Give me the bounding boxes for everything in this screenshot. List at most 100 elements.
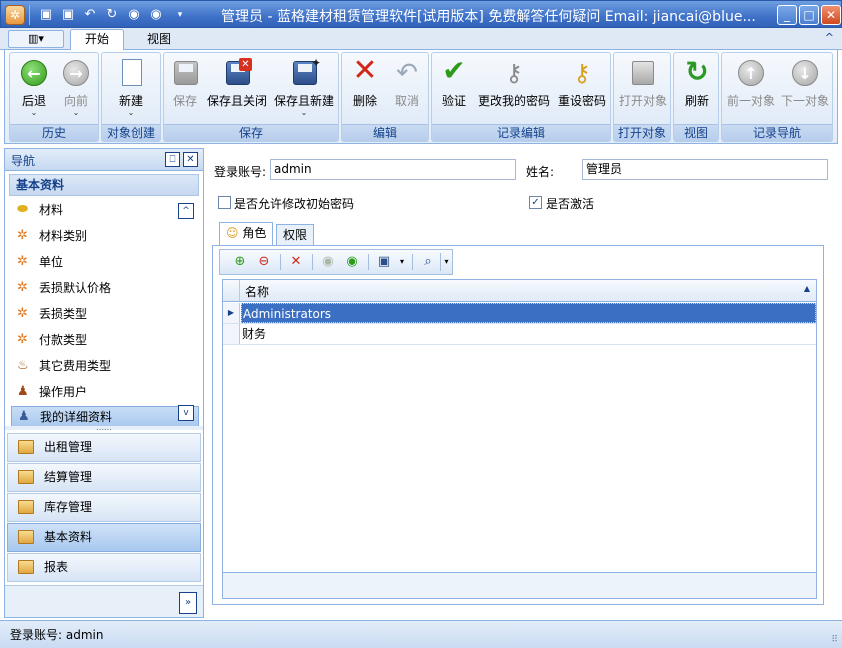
minimize-button[interactable]: _: [777, 5, 797, 25]
back-button[interactable]: ← 后退 ⌄: [14, 55, 54, 123]
roles-tab-panel: ⊕ ⊖ ✕ ◉ ◉ ▣ ▾ ⌕ ▾ 名称 ▲ ▶ Administrators …: [212, 245, 824, 605]
save-icon[interactable]: ▣: [37, 6, 55, 24]
quick-access-separator: [29, 5, 30, 25]
tab-permissions[interactable]: 权限: [276, 224, 315, 245]
gear-icon: ✲: [17, 254, 28, 269]
nav-category-header[interactable]: 基本资料: [9, 174, 199, 196]
nav-scroll-up-icon[interactable]: ^: [178, 203, 194, 219]
toolbar-separator: [412, 254, 413, 270]
nav-close-icon[interactable]: ✕: [183, 152, 198, 167]
group-label: 打开对象: [614, 124, 670, 141]
table-cell[interactable]: Administrators: [241, 303, 816, 323]
forward-button[interactable]: → 向前 ⌄: [56, 55, 96, 123]
move-down-icon[interactable]: ◉: [342, 253, 362, 271]
nav-header: 导航 ⎕ ✕: [5, 149, 203, 171]
grid-header: 名称 ▲: [223, 280, 816, 302]
nav-item-material-category[interactable]: ✲ 材料类别: [11, 224, 199, 248]
nav-pane-reports[interactable]: 报表: [7, 553, 201, 582]
active-checkbox[interactable]: ✓: [529, 196, 542, 209]
allow-change-password-checkbox[interactable]: [218, 196, 231, 209]
nav-scroll-down-icon[interactable]: v: [178, 405, 194, 421]
group-view: ↻ 刷新 视图: [673, 52, 719, 142]
previous-object-button[interactable]: ↑ 前一对象: [724, 55, 778, 123]
group-label: 视图: [674, 124, 718, 141]
delete-button[interactable]: ✕ 删除: [346, 55, 384, 123]
save-icon: [174, 61, 198, 85]
status-text: 登录账号: admin: [10, 628, 104, 642]
up-icon[interactable]: ◉: [125, 6, 143, 24]
pin-icon[interactable]: ⎕: [165, 152, 180, 167]
gear-icon: ✲: [17, 306, 28, 321]
tab-roles[interactable]: ☺ 角色: [219, 222, 274, 245]
nav-splitter[interactable]: ......: [5, 424, 203, 432]
change-my-password-button[interactable]: ⚷ 更改我的密码: [476, 55, 552, 123]
app-icon[interactable]: ✲: [5, 5, 25, 25]
table-cell[interactable]: 财务: [241, 324, 816, 344]
remove-row-icon[interactable]: ⊖: [254, 253, 274, 271]
nav-item-other-fee-type[interactable]: ♨ 其它费用类型: [11, 354, 199, 378]
navigation-pane: 导航 ⎕ ✕ 基本资料 ⬬ 材料 ^ ✲ 材料类别 ✲ 单位 ✲ 丢损默认价格 …: [4, 148, 204, 618]
nav-item-operators[interactable]: ♟ 操作用户: [11, 380, 199, 404]
previous-object-icon: ↑: [738, 60, 764, 86]
new-button[interactable]: 新建 ⌄: [106, 55, 156, 123]
maximize-button[interactable]: □: [799, 5, 819, 25]
verify-button[interactable]: ✔ 验证: [436, 55, 472, 123]
chevron-down-icon[interactable]: ▾: [440, 253, 452, 271]
save-close-icon[interactable]: ▣: [59, 6, 77, 24]
tab-view[interactable]: 视图: [132, 29, 186, 50]
window-title: 管理员 - 蓝格建材租赁管理软件[试用版本] 免费解答任何疑问 Email: j…: [221, 9, 756, 25]
group-record-edit: ✔ 验证 ⚷ 更改我的密码 ⚷ 重设密码 记录编辑: [431, 52, 611, 142]
nav-pane-settlement[interactable]: 结算管理: [7, 463, 201, 492]
login-field[interactable]: admin: [270, 159, 516, 180]
nav-item-material[interactable]: ⬬ 材料: [11, 198, 199, 222]
refresh-icon[interactable]: ↻: [103, 6, 121, 24]
chevron-down-icon[interactable]: ▾: [392, 253, 412, 271]
reset-key-icon: ⚷: [573, 59, 591, 87]
nav-item-payment-type[interactable]: ✲ 付款类型: [11, 328, 199, 352]
customize-icon[interactable]: ▾: [171, 6, 189, 24]
folder-icon: [18, 560, 34, 574]
group-open-object: 打开对象 打开对象: [613, 52, 671, 142]
ribbon-tab-strip: ▥▾ 开始 视图 ^: [0, 28, 842, 50]
group-save: 保存 ✕ 保存且关闭 ✦ 保存且新建 ⌄ 保存: [163, 52, 339, 142]
ribbon-collapse-icon[interactable]: ^: [825, 31, 834, 44]
refresh-icon: ↻: [685, 55, 709, 88]
column-header-name[interactable]: 名称: [245, 283, 269, 300]
resize-grip-icon[interactable]: ⠿: [831, 635, 838, 645]
add-row-icon[interactable]: ⊕: [230, 253, 250, 271]
next-object-button[interactable]: ↓ 下一对象: [778, 55, 832, 123]
toolbar-separator: [280, 254, 281, 270]
nav-item-unit[interactable]: ✲ 单位: [11, 250, 199, 274]
refresh-button[interactable]: ↻ 刷新: [678, 55, 716, 123]
name-field[interactable]: 管理员: [582, 159, 828, 180]
save-new-button[interactable]: ✦ 保存且新建 ⌄: [272, 55, 336, 123]
delete-icon[interactable]: ✕: [286, 253, 306, 271]
name-label: 姓名:: [526, 165, 555, 179]
save-close-button[interactable]: ✕ 保存且关闭: [206, 55, 268, 123]
toolbar-separator: [368, 254, 369, 270]
tab-start[interactable]: 开始: [70, 29, 125, 50]
group-label: 对象创建: [102, 124, 160, 141]
save-button[interactable]: 保存: [168, 55, 202, 123]
nav-pane-basic-data[interactable]: 基本资料: [7, 523, 201, 552]
move-up-icon[interactable]: ◉: [318, 253, 338, 271]
export-icon[interactable]: ▣: [374, 253, 394, 271]
cancel-button[interactable]: ↶ 取消: [388, 55, 426, 123]
allow-change-password-label[interactable]: 是否允许修改初始密码: [234, 195, 354, 212]
active-label[interactable]: 是否激活: [546, 195, 594, 212]
more-panes-icon[interactable]: »: [179, 592, 197, 614]
search-icon[interactable]: ⌕: [418, 253, 438, 271]
reset-password-button[interactable]: ⚷ 重设密码: [556, 55, 608, 123]
nav-item-loss-type[interactable]: ✲ 丢损类型: [11, 302, 199, 326]
app-menu-button[interactable]: ▥▾: [8, 30, 64, 48]
table-row[interactable]: ▶ Administrators: [223, 303, 816, 324]
table-row[interactable]: 财务: [223, 324, 816, 345]
undo-icon[interactable]: ↶: [81, 6, 99, 24]
nav-item-loss-default-price[interactable]: ✲ 丢损默认价格: [11, 276, 199, 300]
nav-pane-inventory[interactable]: 库存管理: [7, 493, 201, 522]
close-button[interactable]: ✕: [821, 5, 841, 25]
delete-icon: ✕: [352, 53, 378, 88]
open-object-button[interactable]: 打开对象: [616, 55, 670, 123]
nav-pane-rental[interactable]: 出租管理: [7, 433, 201, 462]
down-icon[interactable]: ◉: [147, 6, 165, 24]
